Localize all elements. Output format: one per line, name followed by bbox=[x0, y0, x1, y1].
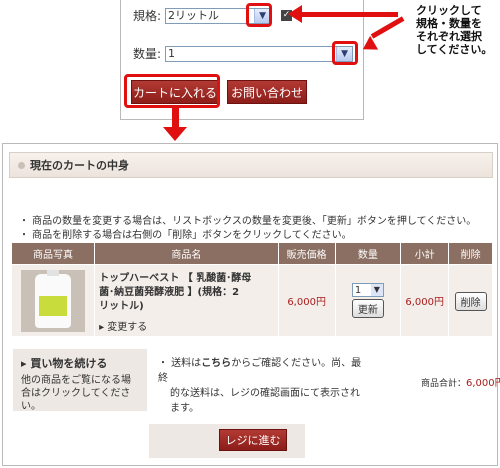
cart-table: 商品写真 商品名 販売価格 数量 小計 削除 トップハーベスト 【 乳酸菌･酵母… bbox=[10, 242, 493, 337]
arrow-left-icon bbox=[288, 5, 302, 23]
arrow-line bbox=[300, 12, 398, 17]
col-qty: 数量 bbox=[334, 242, 402, 265]
shipping-pre: ・ 送料は bbox=[158, 358, 202, 369]
checkout-area: レジに進む bbox=[149, 424, 305, 458]
qty-select[interactable]: 1 ▼ bbox=[165, 45, 354, 62]
cart-total-label: 商品合計： bbox=[421, 379, 467, 389]
product-name-line: リットル) bbox=[99, 301, 144, 312]
spec-label: 規格: bbox=[133, 9, 162, 23]
cart-title: 現在のカートの中身 bbox=[30, 159, 129, 172]
bullet-icon bbox=[18, 161, 25, 169]
col-photo: 商品写真 bbox=[10, 242, 96, 265]
shipping-info: ・ 送料はこちらからご確認ください。尚、最終 的な送料は、レジの確認画面にて表示… bbox=[158, 356, 366, 416]
bottle-label bbox=[39, 295, 68, 316]
chevron-down-icon[interactable]: ▼ bbox=[370, 284, 383, 296]
col-subtotal: 小計 bbox=[400, 242, 450, 265]
product-name-line: 菌･納豆菌発酵液肥 】(規格：2 bbox=[99, 287, 240, 298]
col-name: 商品名 bbox=[94, 242, 279, 265]
change-link[interactable]: ▸ 変更する bbox=[95, 318, 278, 333]
shipping-line3: ます。 bbox=[170, 403, 199, 414]
note-quantity: ・ 商品の数量を変更する場合は、リストボックスの数量を変更後、「更新」ボタンを押… bbox=[19, 216, 477, 227]
qty-label: 数量: bbox=[133, 47, 162, 61]
qty-row: 数量: 1 ▼ bbox=[133, 45, 354, 62]
continue-line: 他の商品をご覧になる場 bbox=[21, 375, 131, 386]
cart-total: 商品合計：6,000円 bbox=[421, 374, 500, 389]
callout-line: してください。 bbox=[416, 43, 493, 56]
continue-title-text: 買い物を続ける bbox=[30, 357, 108, 370]
col-delete: 削除 bbox=[448, 242, 493, 265]
bottle-cap bbox=[47, 269, 60, 276]
product-name[interactable]: トップハーベスト 【 乳酸菌･酵母 菌･納豆菌発酵液肥 】(規格：2 リットル) bbox=[95, 268, 278, 318]
note-delete: ・ 商品を削除する場合は右側の「削除」ボタンをクリックしてください。 bbox=[19, 230, 352, 241]
qty-cell: 1 ▼ 更新 bbox=[334, 264, 402, 337]
change-label: 変更する bbox=[107, 322, 148, 333]
col-price: 販売価格 bbox=[277, 242, 336, 265]
checkout-button[interactable]: レジに進む bbox=[219, 429, 287, 451]
callout-text: クリックして 規格・数量を それぞれ選択 してください。 bbox=[416, 4, 496, 56]
table-header-row: 商品写真 商品名 販売価格 数量 小計 削除 bbox=[10, 242, 493, 265]
cart-header: 現在のカートの中身 bbox=[9, 152, 493, 178]
arrow-line bbox=[172, 108, 179, 128]
add-to-cart-highlight bbox=[124, 74, 220, 108]
arrow-down-icon bbox=[163, 127, 187, 141]
continue-title: ▸ 買い物を続ける bbox=[21, 357, 108, 370]
callout-line: それぞれ選択 bbox=[416, 30, 482, 43]
cart-total-value: 6,000円 bbox=[466, 378, 500, 389]
continue-line: 合はクリックしてください。 bbox=[21, 388, 131, 412]
callout-line: クリックして bbox=[416, 4, 482, 17]
bottle-image bbox=[35, 269, 72, 328]
product-photo-cell bbox=[10, 264, 96, 337]
cart-panel: 現在のカートの中身 ・ 商品の数量を変更する場合は、リストボックスの数量を変更後… bbox=[2, 143, 500, 466]
delete-button[interactable]: 削除 bbox=[454, 292, 487, 311]
qty-select-value: 1 bbox=[168, 46, 176, 60]
price-cell: 6,000円 bbox=[277, 264, 336, 337]
spec-dropdown-highlight bbox=[246, 3, 272, 27]
table-row: トップハーベスト 【 乳酸菌･酵母 菌･納豆菌発酵液肥 】(規格：2 リットル)… bbox=[10, 264, 493, 337]
arrow-line bbox=[370, 16, 405, 39]
continue-text: 他の商品をご覧になる場 合はクリックしてください。 bbox=[13, 371, 147, 413]
qty-dropdown-highlight bbox=[332, 41, 358, 65]
delete-cell: 削除 bbox=[448, 264, 493, 337]
shipping-link[interactable]: こちら bbox=[201, 358, 231, 369]
shipping-line2: 的な送料は、レジの確認画面にて表示され bbox=[170, 388, 360, 399]
callout-line: 規格・数量を bbox=[416, 17, 482, 30]
product-name-cell: トップハーベスト 【 乳酸菌･酵母 菌･納豆菌発酵液肥 】(規格：2 リットル)… bbox=[94, 264, 279, 337]
product-name-line: トップハーベスト 【 乳酸菌･酵母 bbox=[99, 273, 252, 284]
cart-qty-select[interactable]: 1 ▼ bbox=[351, 283, 384, 297]
cart-qty-value: 1 bbox=[354, 284, 362, 296]
product-photo[interactable] bbox=[21, 269, 86, 332]
subtotal-cell: 6,000円 bbox=[400, 264, 450, 337]
continue-shopping-box[interactable]: ▸ 買い物を続ける 他の商品をご覧になる場 合はクリックしてください。 bbox=[13, 349, 147, 413]
inquiry-button[interactable]: お問い合わせ bbox=[227, 80, 307, 104]
update-button[interactable]: 更新 bbox=[351, 299, 384, 318]
